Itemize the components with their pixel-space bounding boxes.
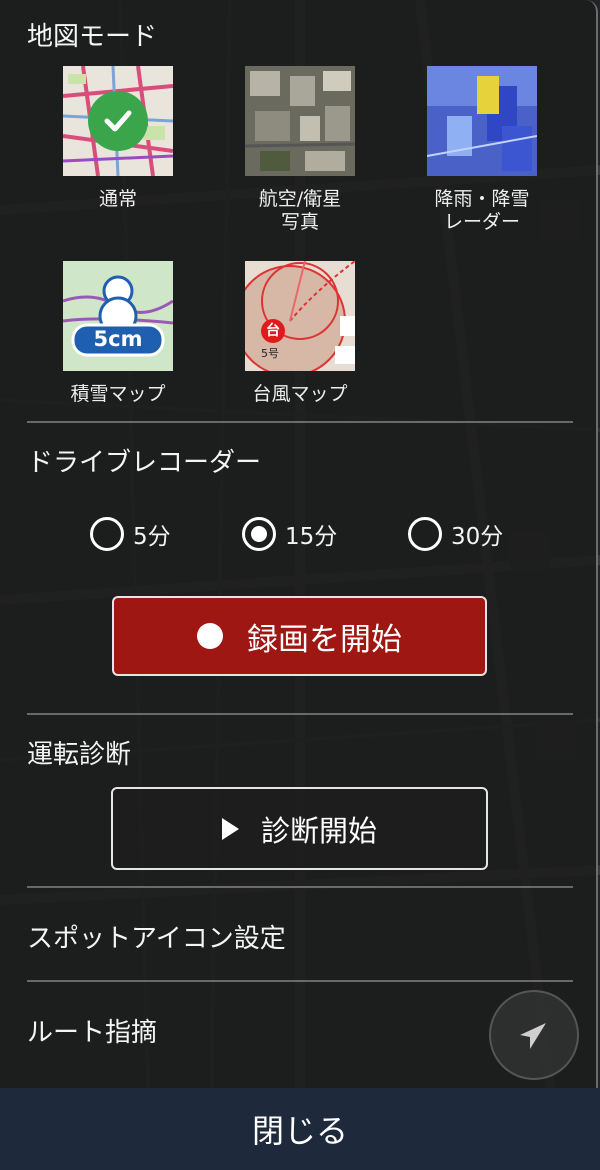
map-mode-snow[interactable]: 5cm 積雪マップ <box>43 261 193 406</box>
close-button[interactable]: 閉じる <box>0 1088 600 1170</box>
map-mode-title: 地図モード <box>27 22 158 52</box>
aerial-photo-thumb <box>245 66 355 176</box>
radio-15min[interactable]: 15分 <box>242 512 337 556</box>
start-diagnosis-label: 診断開始 <box>260 813 377 848</box>
map-mode-standard[interactable]: 通常 <box>43 66 193 211</box>
divider <box>27 713 573 715</box>
radio-label: 5分 <box>133 524 171 550</box>
drive-recorder-title: ドライブレコーダー <box>27 448 262 478</box>
standard-map-thumb <box>63 66 173 176</box>
radio-5min[interactable]: 5分 <box>90 512 171 556</box>
map-mode-label: 通常 <box>98 188 137 210</box>
map-mode-label: 台風マップ <box>252 383 348 405</box>
map-mode-rain-radar[interactable]: 降雨・降雪 レーダー <box>407 66 557 234</box>
start-recording-button[interactable]: 録画を開始 <box>112 596 487 676</box>
snow-map-thumb: 5cm <box>63 261 173 371</box>
divider <box>27 980 573 982</box>
radio-icon <box>90 517 124 551</box>
route-report-item[interactable]: ルート指摘 <box>27 1012 157 1049</box>
radio-label: 15分 <box>285 524 338 550</box>
label-line: 航空/衛星 <box>258 188 342 210</box>
divider <box>27 886 573 888</box>
play-icon <box>221 817 239 840</box>
start-diagnosis-button[interactable]: 診断開始 <box>111 787 488 870</box>
label-line: レーダー <box>443 211 520 233</box>
map-mode-label: 降雨・降雪 レーダー <box>407 188 557 234</box>
rain-radar-thumb <box>427 66 537 176</box>
divider <box>27 421 573 423</box>
map-mode-typhoon[interactable]: 台 5号 台風マップ <box>225 261 375 406</box>
start-recording-label: 録画を開始 <box>247 621 402 658</box>
driving-diagnosis-title: 運転診断 <box>27 740 132 770</box>
typhoon-map-thumb: 台 5号 <box>245 261 355 371</box>
snow-depth-badge: 5cm <box>93 327 143 351</box>
typhoon-badge: 台 <box>261 319 285 343</box>
label-line: 写真 <box>280 211 319 233</box>
radio-icon <box>408 517 442 551</box>
selected-check-icon <box>88 91 148 151</box>
settings-panel: 地図モード 通常 航空/衛星 写真 降雨・降雪 レーダー 5cm 積雪マップ 台… <box>0 0 598 1088</box>
radio-label: 30分 <box>451 524 504 550</box>
map-mode-aerial[interactable]: 航空/衛星 写真 <box>225 66 375 234</box>
map-mode-label: 積雪マップ <box>70 383 166 405</box>
navigation-arrow-icon <box>520 1023 546 1049</box>
radio-30min[interactable]: 30分 <box>408 512 503 556</box>
radio-selected-icon <box>242 517 276 551</box>
record-dot-icon <box>197 623 223 649</box>
map-mode-label: 航空/衛星 写真 <box>225 188 375 234</box>
navigation-arrow-button[interactable] <box>489 990 579 1080</box>
close-label: 閉じる <box>251 1112 348 1150</box>
label-line: 降雨・降雪 <box>434 188 530 210</box>
typhoon-number: 5号 <box>261 347 279 360</box>
spot-icon-settings-item[interactable]: スポットアイコン設定 <box>27 918 286 955</box>
